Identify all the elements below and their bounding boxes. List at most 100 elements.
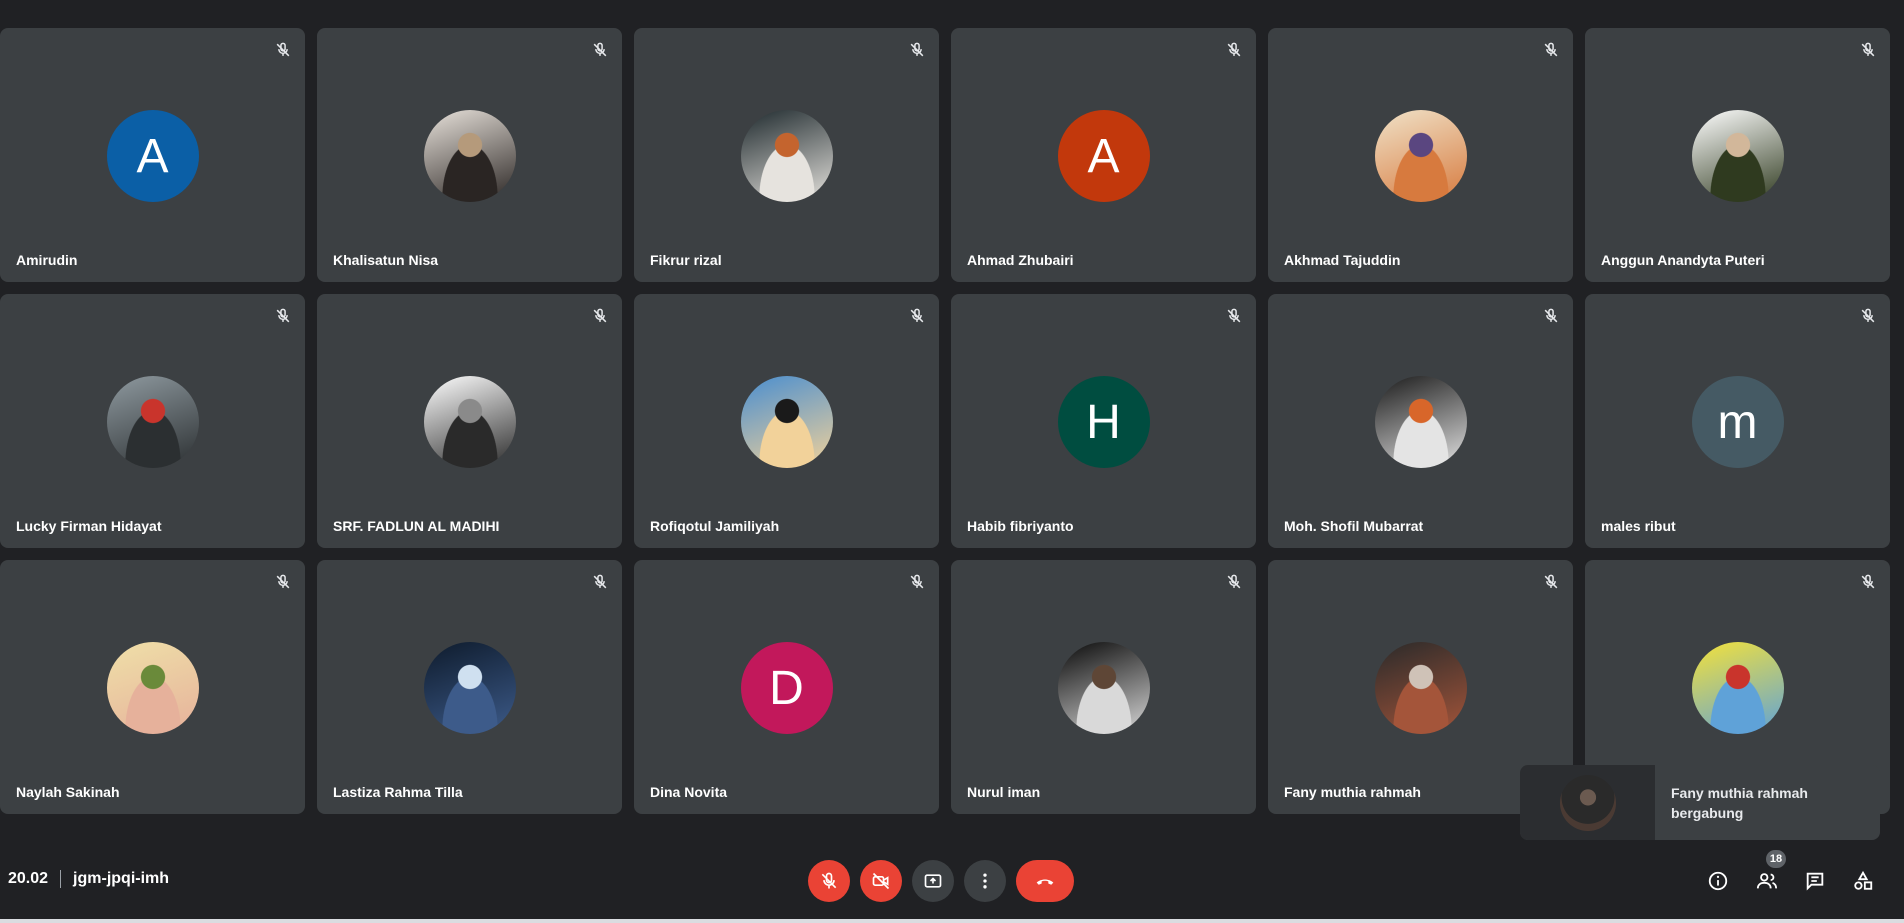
participant-name: Lastiza Rahma Tilla — [333, 784, 463, 800]
more-vert-icon — [983, 873, 987, 889]
divider — [60, 870, 62, 888]
camera-toggle-button[interactable] — [860, 860, 902, 902]
bottom-edge — [0, 919, 1904, 923]
participant-avatar: D — [740, 642, 833, 734]
mic-muted-icon — [910, 42, 924, 57]
camera-off-icon — [872, 872, 890, 890]
meeting-details: 20.02 jgm-jpqi-imh — [8, 870, 169, 888]
activities-icon — [1854, 870, 1873, 890]
meeting-time: 20.02 — [8, 870, 49, 887]
participant-tile[interactable]: Akhmad Tajuddin — [1268, 28, 1573, 282]
join-notification-name: Fany muthia rahmah — [1671, 785, 1808, 801]
mic-muted-icon — [1544, 42, 1558, 57]
meeting-details-button[interactable] — [1703, 866, 1733, 896]
mic-muted-icon — [593, 574, 607, 589]
join-notification-thumbnail — [1520, 765, 1655, 840]
mic-muted-icon — [1227, 574, 1241, 589]
mic-muted-icon — [1544, 308, 1558, 323]
participant-name: SRF. FADLUN AL MADIHI — [333, 518, 500, 534]
participant-name: Ahmad Zhubairi — [967, 252, 1074, 268]
participant-avatar — [106, 376, 199, 468]
mic-muted-icon — [1544, 574, 1558, 589]
participant-tile[interactable]: Lastiza Rahma Tilla — [317, 560, 622, 814]
present-screen-button[interactable] — [912, 860, 954, 902]
joined-user-avatar — [1559, 774, 1616, 831]
participant-avatar — [106, 642, 199, 734]
participant-avatar: H — [1057, 376, 1150, 468]
participant-name: Khalisatun Nisa — [333, 252, 439, 268]
participant-avatar — [1691, 110, 1784, 202]
participant-name: Amirudin — [16, 252, 78, 268]
chat-icon — [1806, 872, 1824, 891]
participant-avatar: A — [106, 110, 199, 202]
participant-tile[interactable]: D Dina Novita — [634, 560, 939, 814]
mic-muted-icon — [1861, 574, 1875, 589]
participant-avatar: m — [1691, 376, 1784, 468]
more-options-button[interactable] — [964, 860, 1006, 902]
join-notification-status: bergabung — [1671, 805, 1744, 821]
participant-tile[interactable]: Fikrur rizal — [634, 28, 939, 282]
present-screen-icon — [924, 874, 942, 888]
mic-muted-icon — [910, 574, 924, 589]
mic-muted-icon — [1861, 42, 1875, 57]
participant-name: Nurul iman — [967, 784, 1041, 800]
mic-muted-icon — [593, 42, 607, 57]
participant-avatar — [423, 642, 516, 734]
mic-muted-icon — [276, 574, 290, 589]
participant-tile[interactable]: SRF. FADLUN AL MADIHI — [317, 294, 622, 548]
mic-muted-icon — [276, 308, 290, 323]
mic-off-icon — [821, 872, 837, 889]
participant-tile[interactable]: A Amirudin — [0, 28, 305, 282]
mic-muted-icon — [1227, 42, 1241, 57]
participant-name: Akhmad Tajuddin — [1284, 252, 1401, 268]
participant-tile[interactable]: Naylah Sakinah — [0, 560, 305, 814]
participant-tile[interactable]: Moh. Shofil Mubarrat — [1268, 294, 1573, 548]
participant-tile[interactable]: Rofiqotul Jamiliyah — [634, 294, 939, 548]
participant-tile[interactable]: Khalisatun Nisa — [317, 28, 622, 282]
participant-name: Fikrur rizal — [650, 252, 722, 268]
participant-name: Moh. Shofil Mubarrat — [1284, 518, 1424, 534]
participant-avatar: A — [1057, 110, 1150, 202]
participant-tile[interactable]: A Ahmad Zhubairi — [951, 28, 1256, 282]
participant-tile[interactable]: Anggun Anandyta Puteri — [1585, 28, 1890, 282]
mic-muted-icon — [276, 42, 290, 57]
participant-avatar — [1374, 376, 1467, 468]
participant-grid: A Amirudin Khalisatun Nisa Fikrur rizal A Ahm… — [0, 28, 1904, 814]
leave-call-button[interactable] — [1016, 860, 1074, 902]
participant-tile[interactable]: Nurul iman — [951, 560, 1256, 814]
participant-name: Lucky Firman Hidayat — [16, 518, 162, 534]
participant-avatar — [740, 110, 833, 202]
participant-name: Rofiqotul Jamiliyah — [650, 518, 780, 534]
mic-muted-icon — [910, 308, 924, 323]
participant-name: Habib fibriyanto — [967, 518, 1074, 534]
meeting-code: jgm-jpqi-imh — [73, 870, 170, 887]
participant-tile[interactable]: Lucky Firman Hidayat — [0, 294, 305, 548]
join-notification-text: Fany muthia rahmah bergabung — [1671, 783, 1871, 823]
participant-tile[interactable]: H Habib fibriyanto — [951, 294, 1256, 548]
participant-avatar — [423, 110, 516, 202]
people-icon — [1756, 873, 1778, 889]
participant-name: Fany muthia rahmah — [1284, 784, 1421, 800]
participant-name: Dina Novita — [650, 784, 728, 800]
people-count-badge: 18 — [1766, 850, 1786, 868]
mic-muted-icon — [1861, 308, 1875, 323]
participant-avatar — [423, 376, 516, 468]
participant-tile[interactable]: m males ribut — [1585, 294, 1890, 548]
participant-avatar — [740, 376, 833, 468]
people-button[interactable] — [1752, 866, 1782, 896]
activities-button[interactable] — [1848, 866, 1878, 896]
participant-avatar — [1374, 110, 1467, 202]
participant-name: Naylah Sakinah — [16, 784, 120, 800]
chat-button[interactable] — [1800, 866, 1830, 896]
participant-name: males ribut — [1601, 518, 1676, 534]
join-notification: Fany muthia rahmah bergabung — [1520, 765, 1880, 840]
hang-up-icon — [1036, 879, 1054, 885]
meeting-controls-bar: 20.02 jgm-jpqi-imh 18 — [0, 850, 1904, 910]
mic-muted-icon — [593, 308, 607, 323]
mic-muted-icon — [1227, 308, 1241, 323]
participant-avatar — [1374, 642, 1467, 734]
microphone-toggle-button[interactable] — [808, 860, 850, 902]
info-icon — [1708, 871, 1728, 891]
participant-avatar — [1691, 642, 1784, 734]
participant-avatar — [1057, 642, 1150, 734]
